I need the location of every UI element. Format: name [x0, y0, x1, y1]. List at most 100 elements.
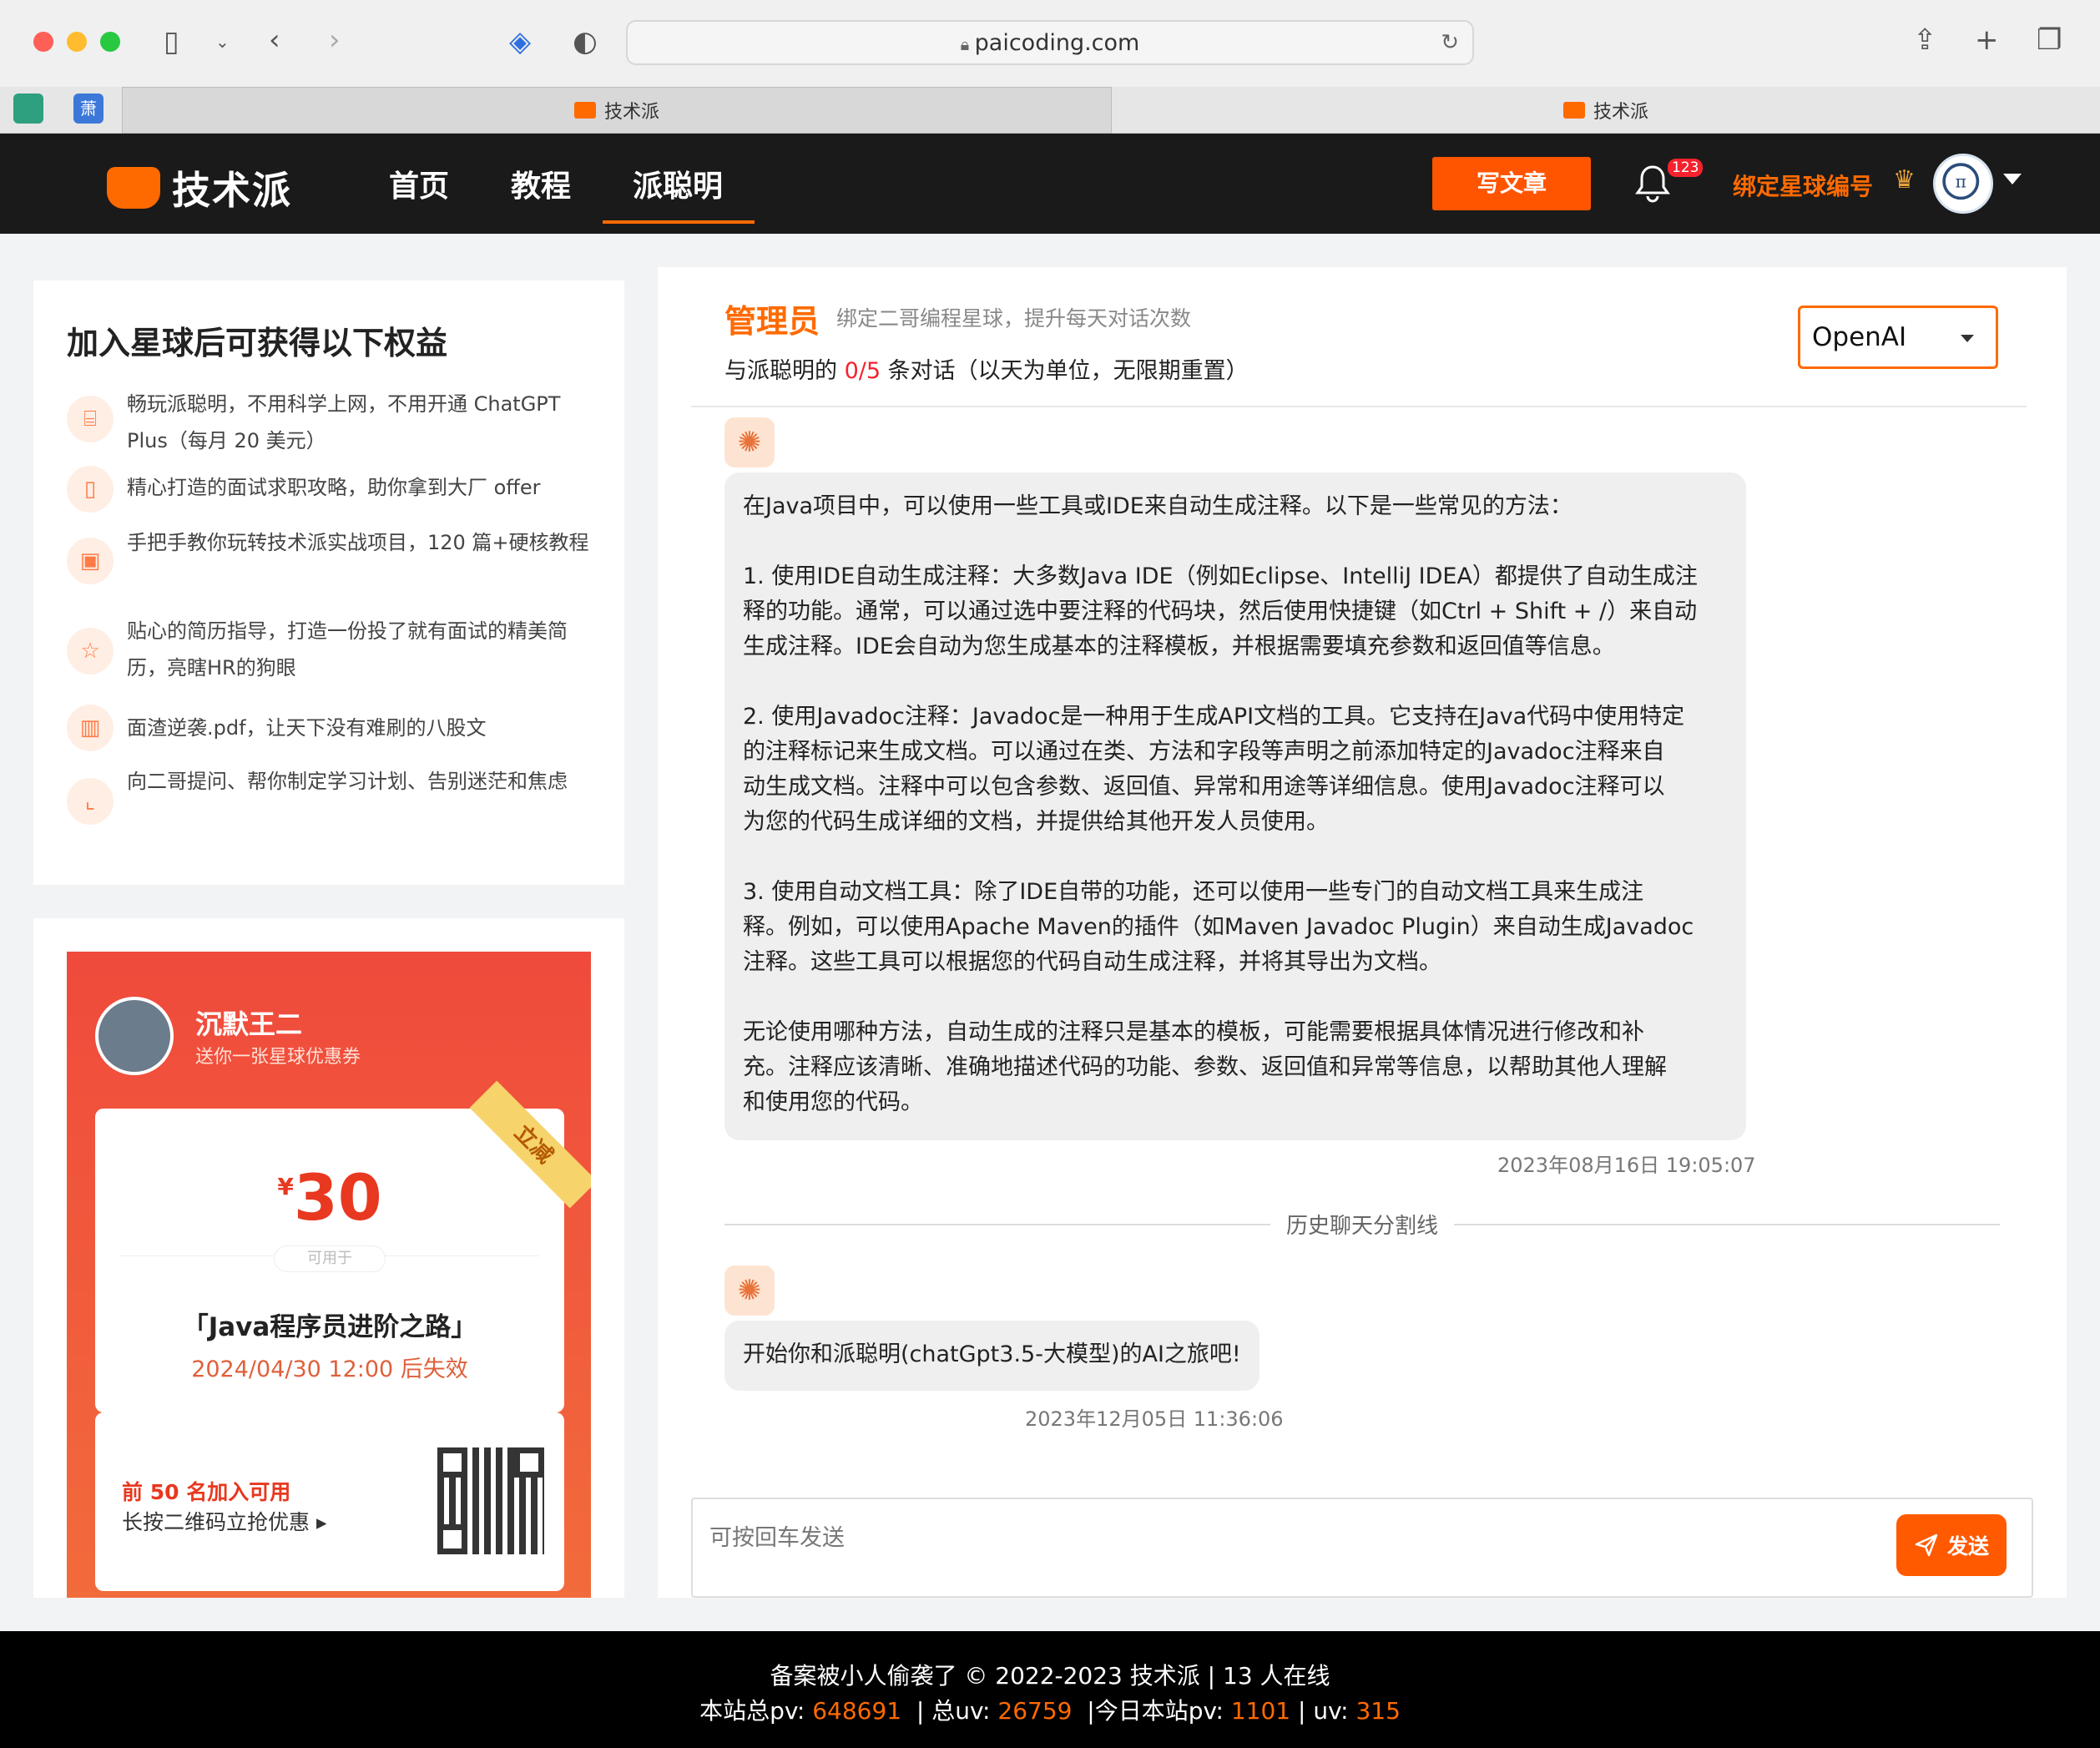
star-icon: ☆ [67, 628, 114, 674]
project-icon: ▣ [67, 538, 114, 584]
new-tab-icon[interactable]: + [1975, 23, 1999, 57]
message-input[interactable]: 可按回车发送 发送 [691, 1498, 2033, 1598]
benefit-item: ⌞ 向二哥提问、帮你制定学习计划、告别迷茫和焦虑 [67, 763, 601, 838]
benefit-text: 精心打造的面试求职攻略，助你拿到大厂 offer [127, 476, 541, 499]
favicon-icon [1562, 102, 1585, 119]
admin-subtitle: 绑定二哥编程星球，提升每天对话次数 [836, 306, 1192, 331]
benefit-item: ▥ 面渣逆袭.pdf，让天下没有难刷的八股文 [67, 705, 601, 751]
sidebar-icon[interactable]: ▯ [164, 25, 179, 58]
site-footer: 备案被小人偷袭了 © 2022-2023 技术派 | 13 人在线 本站总pv:… [0, 1631, 2100, 1748]
message-line [743, 980, 1728, 1015]
library-icon: ▥ [67, 705, 114, 751]
tab-2-label: 技术派 [1593, 102, 1648, 123]
bind-star-link[interactable]: 绑定星球编号 [1733, 169, 1873, 202]
write-article-button[interactable]: 写文章 [1432, 157, 1591, 210]
send-label: 发送 [1946, 1534, 1989, 1559]
nav-paicongming[interactable]: 派聪明 [633, 162, 723, 205]
share-icon[interactable]: ⇪ [1913, 23, 1937, 57]
bell-icon[interactable] [1634, 164, 1671, 204]
coupon[interactable]: 沉默王二 送你一张星球优惠券 立减 ¥30 可用于 「Java程序员进阶之路」 … [67, 952, 591, 1598]
logo-text: 技术派 [172, 168, 292, 213]
message-line: 3. 使用自动文档工具：除了IDE自带的功能，还可以使用一些专门的自动文档工具来… [743, 879, 1644, 905]
coupon-expire: 2024/04/30 12:00 后失效 [191, 1356, 468, 1382]
active-nav-indicator [603, 220, 755, 224]
send-button[interactable]: 发送 [1896, 1514, 2007, 1576]
coupon-bottom: 前 50 名加入可用 长按二维码立抢优惠 ▸ [95, 1412, 564, 1591]
svg-text:π: π [1956, 172, 1966, 192]
message-line: 和使用您的代码。 [743, 1089, 923, 1115]
chevron-down-icon[interactable]: ⌄ [215, 25, 230, 58]
coupon-avatar [95, 997, 174, 1075]
model-select[interactable]: OpenAI [1798, 306, 1998, 369]
benefit-text: 贴心的简历指导，打造一份投了就有面试的精美简历，亮瞎HR的狗眼 [127, 619, 568, 679]
url-bar[interactable]: 🔒︎ paicoding.com ↻ [626, 20, 1474, 65]
message-line: 生成注释。IDE会自动为您生成基本的注释模板，并根据需要填充参数和返回值等信息。 [743, 634, 1615, 659]
footer-stats: 本站总pv: 648691 | 总uv: 26759 |今日本站pv: 1101… [0, 1693, 2100, 1726]
quota-value: 0/5 [844, 358, 881, 384]
benefit-item: ⌸ 畅玩派聪明，不用科学上网，不用开通 ChatGPT Plus（每月 20 美… [67, 386, 601, 461]
tab-overview-icon[interactable]: ❐ [2037, 23, 2062, 57]
benefits-title: 加入星球后可获得以下权益 [67, 325, 448, 361]
model-select-value: OpenAI [1812, 322, 1907, 352]
message-line: 充。注释应该清晰、准确地描述代码的功能、参数、返回值和异常等信息，以帮助其他人理… [743, 1054, 1667, 1080]
quota-prefix: 与派聪明的 [724, 358, 845, 384]
currency-symbol: ¥ [277, 1173, 294, 1200]
pinned-tab-chatgpt[interactable] [13, 93, 43, 124]
extension-cube-icon[interactable]: ◈ [509, 25, 531, 58]
back-icon[interactable]: ‹ [269, 23, 280, 57]
message-line [743, 664, 1728, 700]
chatgpt-avatar-icon: ✺ [724, 1266, 775, 1316]
shield-icon[interactable]: ◐ [573, 25, 598, 58]
message-time: 2023年08月16日 19:05:07 [1497, 1154, 1756, 1177]
message-line: 在Java项目中，可以使用一些工具或IDE来自动生成注释。以下是一些常见的方法： [743, 493, 1572, 519]
benefits-panel: 加入星球后可获得以下权益 ⌸ 畅玩派聪明，不用科学上网，不用开通 ChatGPT… [33, 280, 624, 885]
crown-icon: ♛ [1893, 165, 1916, 195]
benefit-item: ▣ 手把手教你玩转技术派实战项目，120 篇+硬核教程 [67, 524, 601, 599]
benefit-text: 畅玩派聪明，不用科学上网，不用开通 ChatGPT Plus（每月 20 美元） [127, 392, 561, 452]
today-uv-value: 315 [1355, 1697, 1401, 1725]
message-line [743, 840, 1728, 875]
favicon-icon [573, 102, 596, 119]
browser-toolbar: ▯ ⌄ ‹ › ◈ ◐ 🔒︎ paicoding.com ↻ ⇪ + ❐ [0, 0, 2100, 87]
chatgpt-avatar-icon: ✺ [724, 417, 775, 467]
chart-icon: ⌞ [67, 778, 114, 825]
message-bubble: 开始你和派聪明(chatGpt3.5-大模型)的AI之旅吧! [724, 1321, 1259, 1391]
lock-icon: 🔒︎ [960, 34, 975, 54]
message-line [743, 524, 1728, 559]
footer-copyright: 备案被小人偷袭了 © 2022-2023 技术派 | 13 人在线 [770, 1662, 1330, 1690]
minimize-window-button[interactable] [67, 32, 87, 52]
message-line: 动生成文档。注释中可以包含参数、返回值、异常和用途等详细信息。使用Javadoc… [743, 774, 1665, 800]
nav-home[interactable]: 首页 [389, 162, 449, 205]
tab-1[interactable]: 技术派 [122, 87, 1112, 134]
maximize-window-button[interactable] [100, 32, 120, 52]
tab-2[interactable]: 技术派 [1113, 87, 2098, 134]
url-text: paicoding.com [974, 30, 1140, 56]
nav-tutorial[interactable]: 教程 [511, 162, 571, 205]
message-line: 开始你和派聪明(chatGpt3.5-大模型)的AI之旅吧! [743, 1341, 1241, 1367]
qr-code[interactable] [437, 1447, 544, 1554]
message-line: 无论使用哪种方法，自动生成的注释只是基本的模板，可能需要根据具体情况进行修改和补 [743, 1019, 1644, 1045]
benefit-item: ▯ 精心打造的面试求职攻略，助你拿到大厂 offer [67, 466, 601, 513]
logo-icon [107, 167, 160, 209]
coupon-panel: 沉默王二 送你一张星球优惠券 立减 ¥30 可用于 「Java程序员进阶之路」 … [33, 918, 624, 1598]
history-divider-label: 历史聊天分割线 [1285, 1214, 1438, 1239]
message-line: 释。例如，可以使用Apache Maven的插件（如Maven Javadoc … [743, 914, 1694, 940]
notification-badge: 123 [1668, 159, 1704, 177]
coupon-ticket: 立减 ¥30 可用于 「Java程序员进阶之路」 2024/04/30 12:0… [95, 1080, 591, 1412]
admin-label: 管理员 [724, 303, 820, 340]
user-menu-caret-icon[interactable] [2003, 174, 2022, 184]
message-line: 1. 使用IDE自动生成注释：大多数Java IDE（例如Eclipse、Int… [743, 563, 1698, 589]
pinned-tab-2[interactable]: 萧 [73, 93, 103, 124]
user-avatar[interactable]: π [1933, 154, 1993, 214]
site-logo[interactable]: 技术派 [107, 160, 292, 215]
coupon-press-qr[interactable]: 长按二维码立抢优惠 ▸ [122, 1506, 327, 1536]
close-window-button[interactable] [33, 32, 53, 52]
site-header: 技术派 首页 教程 派聪明 写文章 123 绑定星球编号 ♛ π [0, 134, 2100, 234]
today-pv-label: |今日本站pv: [1072, 1697, 1231, 1725]
message-bubble: 在Java项目中，可以使用一些工具或IDE来自动生成注释。以下是一些常见的方法：… [724, 472, 1746, 1140]
input-placeholder: 可按回车发送 [709, 1525, 845, 1551]
message-line: 为您的代码生成详细的文档，并提供给其他开发人员使用。 [743, 809, 1329, 835]
quota-text: 与派聪明的 0/5 条对话（以天为单位，无限期重置） [724, 352, 1249, 385]
reload-icon[interactable]: ↻ [1441, 30, 1459, 55]
forward-icon[interactable]: › [329, 23, 341, 57]
